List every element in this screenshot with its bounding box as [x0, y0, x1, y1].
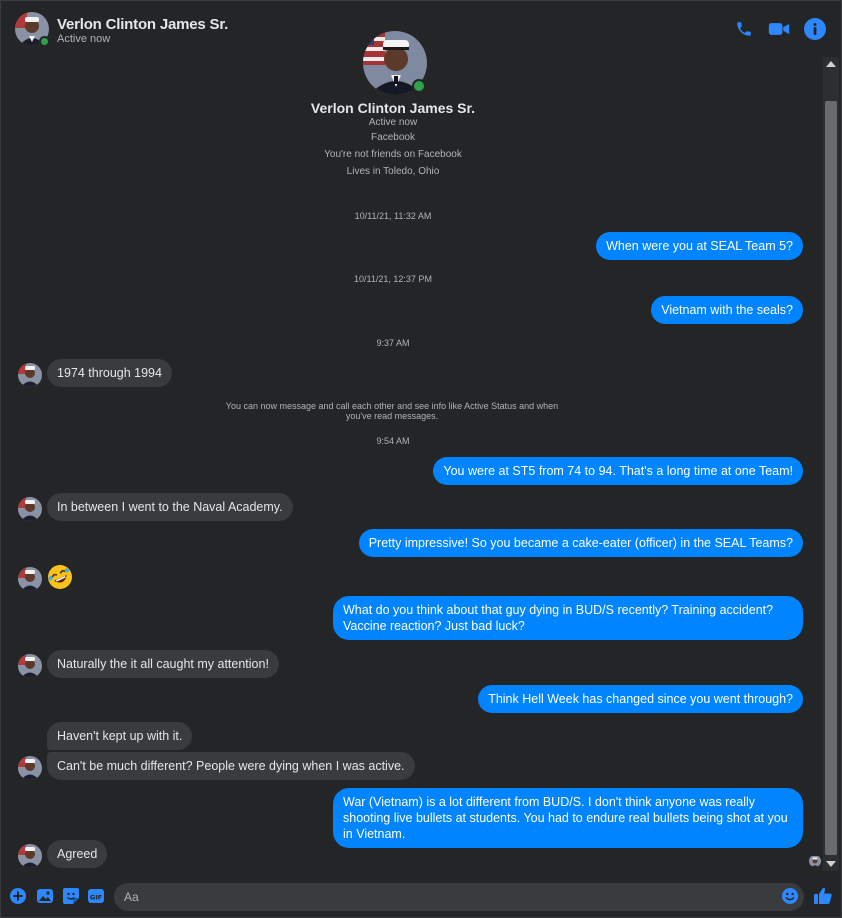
sender-avatar[interactable]: [18, 363, 42, 387]
profile-name: Verlon Clinton James Sr.: [310, 100, 476, 116]
sender-avatar[interactable]: [18, 497, 42, 521]
scroll-down-arrow[interactable]: [826, 861, 836, 867]
svg-text:GIF: GIF: [90, 893, 102, 901]
gif-icon[interactable]: GIF: [87, 887, 105, 905]
thumbs-up-icon[interactable]: [813, 886, 833, 906]
outgoing-message[interactable]: What do you think about that guy dying i…: [333, 596, 803, 640]
sticker-icon[interactable]: [62, 887, 80, 905]
timestamp: 9:54 AM: [376, 436, 410, 446]
sender-avatar[interactable]: [18, 654, 42, 678]
profile-status: Active now: [368, 117, 418, 128]
outgoing-message[interactable]: War (Vietnam) is a lot different from BU…: [333, 788, 803, 848]
phone-icon[interactable]: [732, 17, 756, 41]
sender-avatar[interactable]: [18, 567, 42, 591]
connection-notice: You can now message and call each other …: [225, 401, 559, 421]
seen-receipt-avatar: [809, 855, 821, 867]
online-indicator: [39, 36, 50, 47]
sender-avatar[interactable]: [18, 844, 42, 868]
incoming-message[interactable]: In between I went to the Naval Academy.: [47, 493, 293, 521]
incoming-message[interactable]: Haven't kept up with it.: [47, 722, 193, 750]
profile-online-indicator: [412, 79, 426, 93]
contact-name[interactable]: Verlon Clinton James Sr.: [57, 16, 228, 33]
outgoing-message[interactable]: When were you at SEAL Team 5?: [596, 232, 803, 260]
message-composer: GIF Aa: [1, 877, 842, 918]
scroll-up-arrow[interactable]: [826, 61, 836, 67]
video-camera-icon[interactable]: [767, 17, 791, 41]
scroll-thumb[interactable]: [825, 101, 837, 855]
plus-icon[interactable]: [9, 887, 27, 905]
message-scrollbar[interactable]: [823, 57, 839, 871]
profile-friend-status: You're not friends on Facebook: [324, 149, 462, 160]
profile-location: Lives in Toledo, Ohio: [346, 166, 440, 177]
chat-window: Verlon Clinton James Sr. Active now Verl…: [0, 0, 842, 918]
info-icon[interactable]: [803, 17, 827, 41]
outgoing-message[interactable]: Pretty impressive! So you became a cake-…: [358, 529, 803, 557]
incoming-message[interactable]: Can't be much different? People were dyi…: [47, 752, 415, 780]
profile-platform: Facebook: [371, 132, 415, 143]
emoji-icon[interactable]: [781, 887, 799, 905]
sender-avatar[interactable]: [18, 756, 42, 780]
incoming-message[interactable]: Agreed: [47, 840, 108, 868]
outgoing-message[interactable]: Think Hell Week has changed since you we…: [478, 685, 803, 713]
timestamp: 10/11/21, 11:32 AM: [354, 211, 432, 221]
incoming-message[interactable]: Naturally the it all caught my attention…: [47, 650, 279, 678]
timestamp: 10/11/21, 12:37 PM: [354, 274, 432, 284]
outgoing-message[interactable]: You were at ST5 from 74 to 94. That's a …: [433, 457, 803, 485]
photo-icon[interactable]: [36, 887, 54, 905]
rolling-laughing-emoji[interactable]: [47, 564, 73, 590]
incoming-message[interactable]: 1974 through 1994: [47, 359, 172, 387]
timestamp: 9:37 AM: [376, 338, 410, 348]
contact-status: Active now: [57, 33, 111, 45]
message-input[interactable]: Aa: [114, 883, 804, 911]
outgoing-message[interactable]: Vietnam with the seals?: [651, 296, 803, 324]
